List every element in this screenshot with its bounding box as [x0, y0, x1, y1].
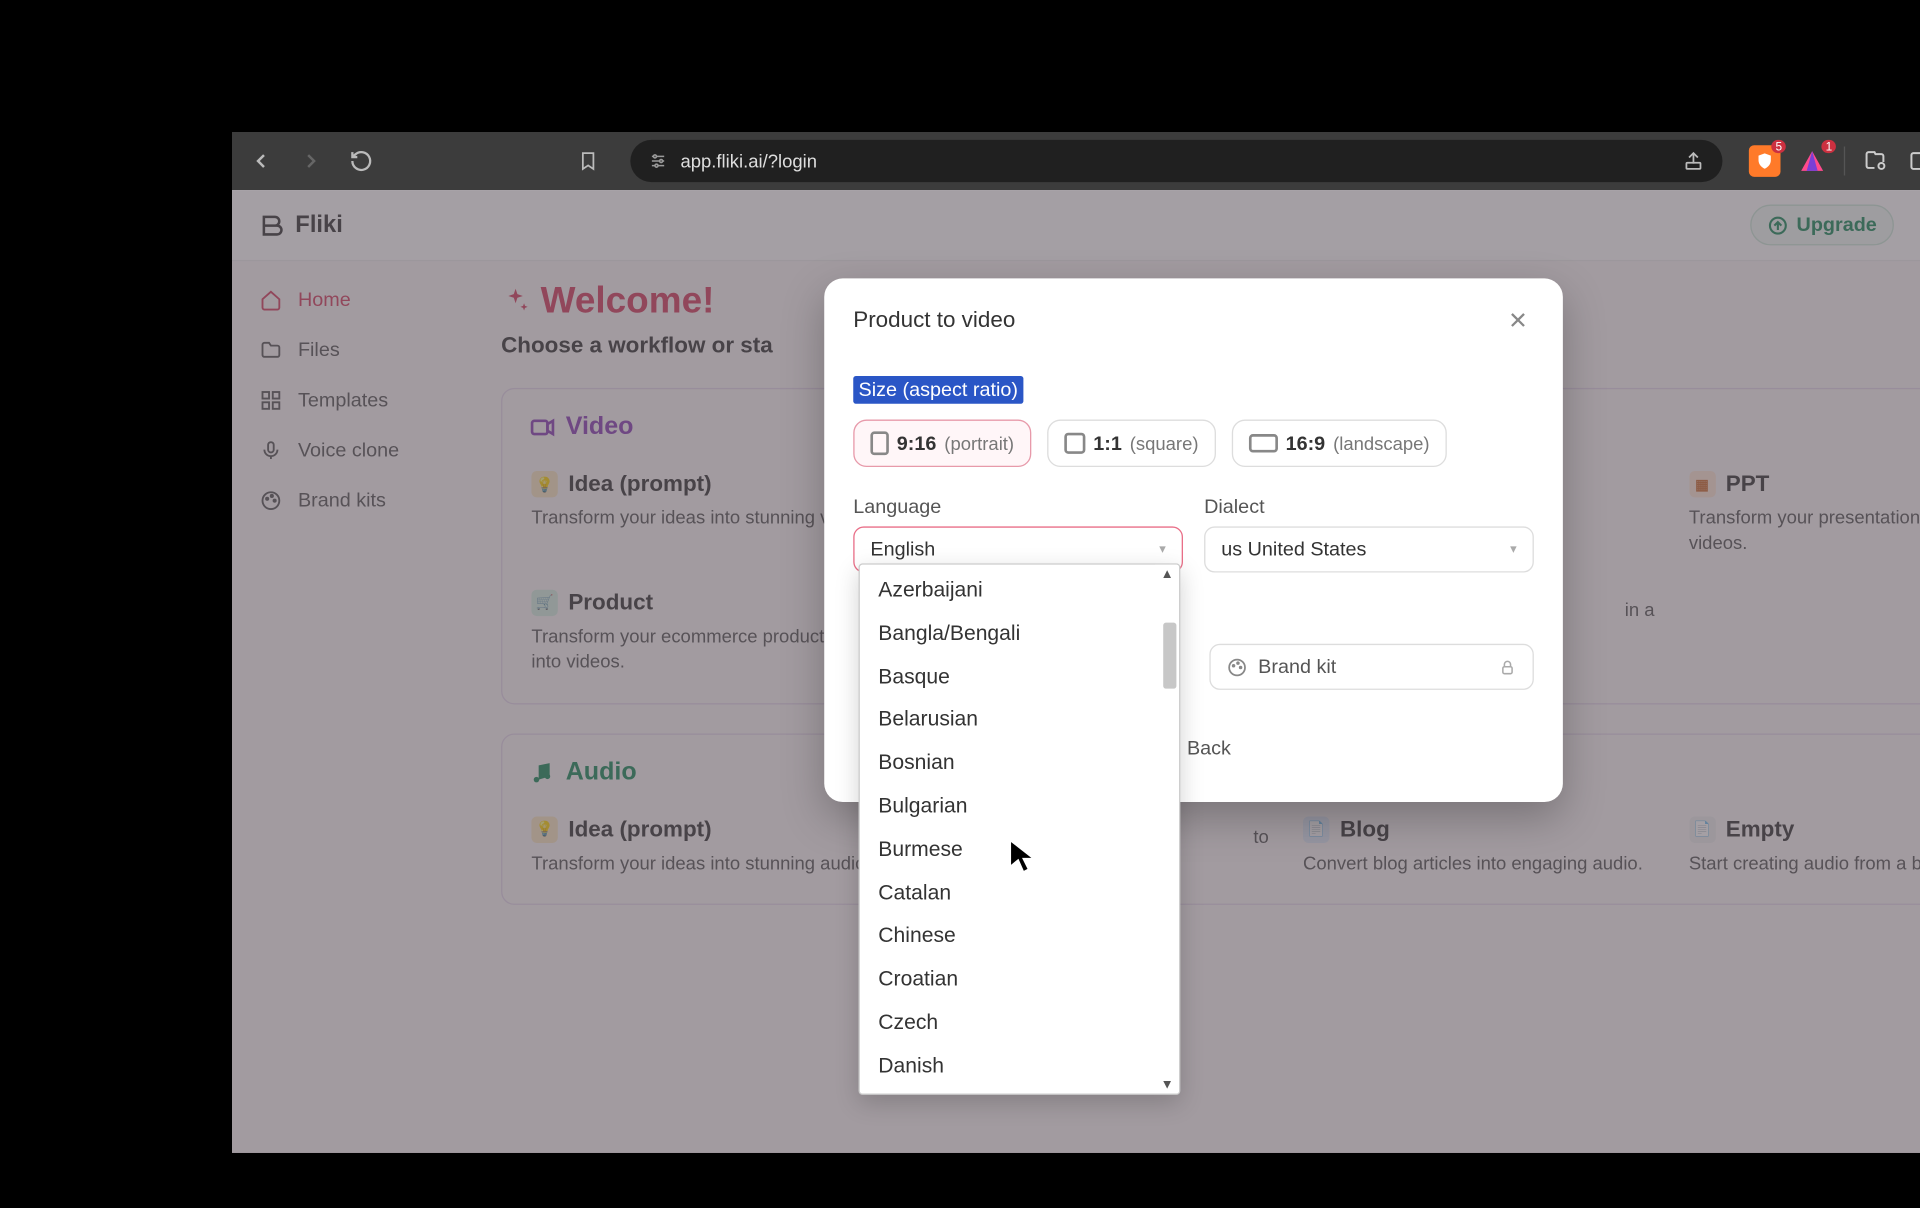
dropdown-scroll-down[interactable]: ▼	[1155, 1075, 1179, 1093]
language-dropdown: ▲ AzerbaijaniBangla/BengaliBasqueBelarus…	[859, 563, 1181, 1095]
language-option[interactable]: Danish	[860, 1046, 1179, 1089]
back-button[interactable]	[245, 145, 277, 177]
size-label: Size (aspect ratio)	[853, 376, 1023, 404]
chevron-down-icon: ▾	[1510, 542, 1517, 557]
palette-icon	[1227, 656, 1248, 677]
dropdown-list: AzerbaijaniBangla/BengaliBasqueBelarusia…	[860, 565, 1179, 1094]
language-option[interactable]: Bulgarian	[860, 786, 1179, 829]
extensions-icon[interactable]	[1861, 147, 1890, 176]
bookmark-icon[interactable]	[572, 145, 604, 177]
lock-icon	[1498, 658, 1516, 676]
tune-icon	[649, 152, 667, 170]
browser-toolbar: app.fliki.ai/?login 5 1	[232, 132, 1920, 190]
size-option-landscape[interactable]: 16:9 (landscape)	[1231, 420, 1446, 467]
language-option[interactable]: Belarusian	[860, 700, 1179, 743]
chevron-down-icon: ▾	[1159, 542, 1166, 557]
language-option[interactable]: Croatian	[860, 959, 1179, 1002]
language-option[interactable]: Bangla/Bengali	[860, 613, 1179, 656]
forward-button[interactable]	[295, 145, 327, 177]
url-bar[interactable]: app.fliki.ai/?login	[630, 140, 1722, 182]
landscape-icon	[1249, 434, 1278, 452]
language-option[interactable]: Czech	[860, 1002, 1179, 1045]
square-icon	[1064, 433, 1085, 454]
brave-shield-icon[interactable]: 5	[1749, 145, 1781, 177]
url-text: app.fliki.ai/?login	[680, 150, 1670, 171]
language-option[interactable]: Bosnian	[860, 743, 1179, 786]
language-option[interactable]: Catalan	[860, 873, 1179, 916]
dropdown-scrollbar[interactable]	[1161, 583, 1179, 1075]
share-icon[interactable]	[1683, 150, 1704, 171]
language-option[interactable]: Azerbaijani	[860, 570, 1179, 613]
size-option-portrait[interactable]: 9:16 (portrait)	[853, 420, 1031, 467]
reload-button[interactable]	[345, 145, 377, 177]
portrait-icon	[870, 431, 888, 455]
brand-kit-field[interactable]: Brand kit	[1209, 644, 1533, 690]
rewards-icon[interactable]: 1	[1797, 145, 1829, 177]
back-button[interactable]: Back	[1187, 737, 1231, 759]
dropdown-scrollbar-thumb[interactable]	[1163, 623, 1176, 689]
language-option[interactable]: Basque	[860, 656, 1179, 699]
sidepanel-icon[interactable]	[1906, 147, 1920, 176]
language-label: Language	[853, 496, 1183, 518]
language-option[interactable]: Burmese	[860, 829, 1179, 872]
language-option[interactable]: Chinese	[860, 916, 1179, 959]
language-option[interactable]: Dutch	[860, 1089, 1179, 1094]
dialect-select[interactable]: us United States ▾	[1204, 526, 1534, 572]
close-button[interactable]: ✕	[1502, 305, 1534, 337]
size-option-square[interactable]: 1:1 (square)	[1047, 420, 1216, 467]
dialect-label: Dialect	[1204, 496, 1534, 518]
modal-title: Product to video	[853, 307, 1015, 333]
